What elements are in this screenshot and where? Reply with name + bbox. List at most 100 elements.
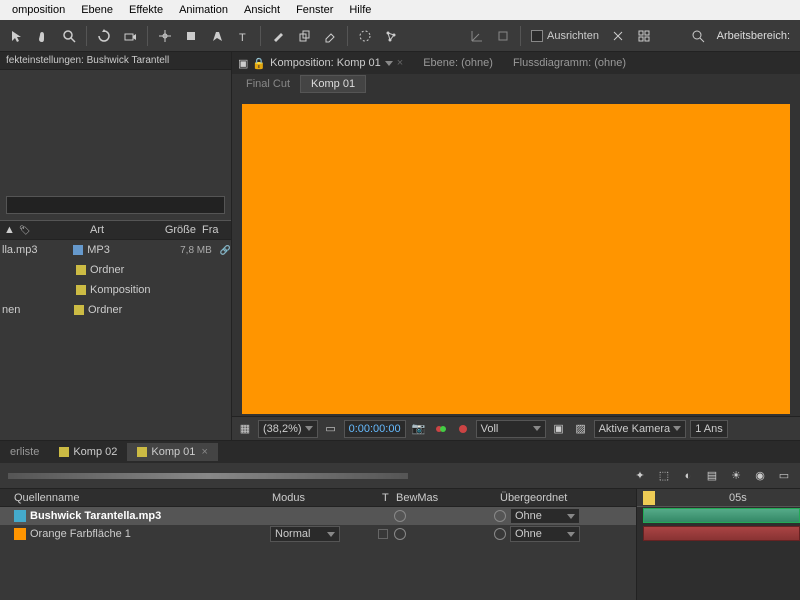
grid-icon[interactable] xyxy=(632,24,656,48)
axis-tool-icon[interactable] xyxy=(465,24,489,48)
composition-canvas[interactable] xyxy=(232,94,800,416)
eraser-tool-icon[interactable] xyxy=(318,24,342,48)
draft3d-icon[interactable]: ◉ xyxy=(750,466,770,486)
text-tool-icon[interactable]: T xyxy=(231,24,255,48)
layer-color-swatch[interactable] xyxy=(14,528,26,540)
composition-icon xyxy=(76,285,86,295)
mask-icon[interactable] xyxy=(454,420,472,438)
parent-dropdown[interactable]: Ohne xyxy=(510,526,580,542)
menu-window[interactable]: Fenster xyxy=(288,4,341,16)
clone-tool-icon[interactable] xyxy=(292,24,316,48)
camera-tool-icon[interactable] xyxy=(118,24,142,48)
timeline-panel: erliste Komp 02 Komp 01 × ✦ ⬚ ◐ ▤ ☀ ◉ ▭ … xyxy=(0,440,800,600)
trackmat-toggle[interactable] xyxy=(378,529,388,539)
views-dropdown[interactable]: 1 Ans xyxy=(690,420,728,438)
project-item[interactable]: lla.mp3 MP3 7,8 MB 🔗 xyxy=(0,240,231,260)
tag-icon[interactable]: 🏷 xyxy=(19,225,30,236)
project-item[interactable]: nen Ordner xyxy=(0,300,231,320)
align-checkbox[interactable]: Ausrichten xyxy=(531,30,599,42)
menu-animation[interactable]: Animation xyxy=(171,4,236,16)
solid-track-bar[interactable] xyxy=(643,526,800,541)
playhead-icon[interactable] xyxy=(643,491,655,505)
timeline-tab-komp02[interactable]: Komp 02 xyxy=(49,443,127,461)
column-mode[interactable]: Modus xyxy=(272,492,382,504)
pickwhip-icon[interactable] xyxy=(394,510,406,522)
expand-icon[interactable]: ▭ xyxy=(774,466,794,486)
subtab-komp01[interactable]: Komp 01 xyxy=(300,75,366,93)
layer-viewer-tab[interactable]: Ebene: (ohne) xyxy=(423,57,493,69)
project-item[interactable]: Ordner xyxy=(0,260,231,280)
lock-icon: 🔒 xyxy=(252,57,266,70)
blend-mode-dropdown[interactable]: Normal xyxy=(270,526,340,542)
project-item[interactable]: Komposition xyxy=(0,280,231,300)
camera-dropdown[interactable]: Aktive Kamera xyxy=(594,420,687,438)
folder-icon xyxy=(74,305,84,315)
resolution-icon[interactable]: ▭ xyxy=(322,420,340,438)
flowchart-tab[interactable]: Flussdiagramm: (ohne) xyxy=(513,57,626,69)
resolution-dropdown[interactable]: Voll xyxy=(476,420,546,438)
svg-text:T: T xyxy=(239,32,246,43)
layer-color-swatch[interactable] xyxy=(14,510,26,522)
hand-tool-icon[interactable] xyxy=(31,24,55,48)
effect-controls-tab[interactable]: fekteinstellungen: Bushwick Tarantell xyxy=(0,52,231,70)
motion-blur-icon[interactable]: ◐ xyxy=(678,466,698,486)
main-toolbar: T Ausrichten Arbeitsbereich: xyxy=(0,20,800,52)
snap-icon[interactable] xyxy=(606,24,630,48)
menu-effects[interactable]: Effekte xyxy=(121,4,171,16)
pen-tool-icon[interactable] xyxy=(205,24,229,48)
menu-view[interactable]: Ansicht xyxy=(236,4,288,16)
selection-tool-icon[interactable] xyxy=(5,24,29,48)
link-icon: 🔗 xyxy=(220,245,231,256)
pickwhip-icon[interactable] xyxy=(494,528,506,540)
column-parent[interactable]: Übergeordnet xyxy=(500,492,620,504)
pickwhip-icon[interactable] xyxy=(394,528,406,540)
workspace-label[interactable]: Arbeitsbereich: xyxy=(711,30,796,42)
menu-composition[interactable]: omposition xyxy=(4,4,73,16)
timeline-tracks[interactable]: 05s xyxy=(636,489,800,600)
roto-tool-icon[interactable] xyxy=(353,24,377,48)
menu-layer[interactable]: Ebene xyxy=(73,4,121,16)
audio-file-icon xyxy=(73,245,83,255)
zoom-tool-icon[interactable] xyxy=(57,24,81,48)
column-trackmat[interactable]: T xyxy=(382,492,396,504)
time-ruler[interactable]: 05s xyxy=(637,489,800,507)
composition-viewer-tab[interactable]: ▣ 🔒 Komposition: Komp 01 × xyxy=(238,57,403,70)
folder-icon xyxy=(76,265,86,275)
column-sourcename[interactable]: Quellenname xyxy=(0,492,272,504)
shy-icon[interactable]: ✦ xyxy=(630,466,650,486)
layer-row[interactable]: Bushwick Tarantella.mp3 Ohne xyxy=(0,507,636,525)
zoom-dropdown[interactable]: (38,2%) xyxy=(258,420,318,438)
transparency-icon[interactable]: ▨ xyxy=(572,420,590,438)
timeline-zoom-slider[interactable] xyxy=(8,473,408,479)
timeline-tab-komp01[interactable]: Komp 01 × xyxy=(127,443,218,461)
shape-tool-icon[interactable] xyxy=(179,24,203,48)
brainstorm-icon[interactable]: ☀ xyxy=(726,466,746,486)
timecode-display[interactable]: 0:00:00:00 xyxy=(344,420,406,438)
sort-arrow-icon[interactable]: ▲ xyxy=(4,224,15,236)
menu-help[interactable]: Hilfe xyxy=(341,4,379,16)
rotate-tool-icon[interactable] xyxy=(92,24,116,48)
viewer-panel: ▣ 🔒 Komposition: Komp 01 × Ebene: (ohne)… xyxy=(232,52,800,440)
frame-blend-icon[interactable]: ⬚ xyxy=(654,466,674,486)
layer-row[interactable]: Orange Farbfläche 1 Normal Ohne xyxy=(0,525,636,543)
anchor-tool-icon[interactable] xyxy=(153,24,177,48)
region-icon[interactable]: ▣ xyxy=(550,420,568,438)
subtab-finalcut[interactable]: Final Cut xyxy=(236,76,300,92)
audio-track-bar[interactable] xyxy=(643,508,800,523)
puppet-tool-icon[interactable] xyxy=(379,24,403,48)
channel-icon[interactable] xyxy=(432,420,450,438)
pickwhip-icon[interactable] xyxy=(494,510,506,522)
column-bewmas[interactable]: BewMas xyxy=(396,492,500,504)
snap-tool-icon[interactable] xyxy=(491,24,515,48)
orange-solid-preview xyxy=(242,104,790,414)
graph-icon[interactable]: ▤ xyxy=(702,466,722,486)
folder-icon: ▣ xyxy=(238,57,248,70)
menu-bar: omposition Ebene Effekte Animation Ansic… xyxy=(0,0,800,20)
brush-tool-icon[interactable] xyxy=(266,24,290,48)
project-search-input[interactable] xyxy=(6,196,225,214)
search-icon[interactable] xyxy=(686,24,710,48)
parent-dropdown[interactable]: Ohne xyxy=(510,508,580,524)
grid-toggle-icon[interactable]: ▦ xyxy=(236,420,254,438)
timeline-tab-renderlist[interactable]: erliste xyxy=(0,443,49,461)
snapshot-icon[interactable]: 📷 xyxy=(410,420,428,438)
